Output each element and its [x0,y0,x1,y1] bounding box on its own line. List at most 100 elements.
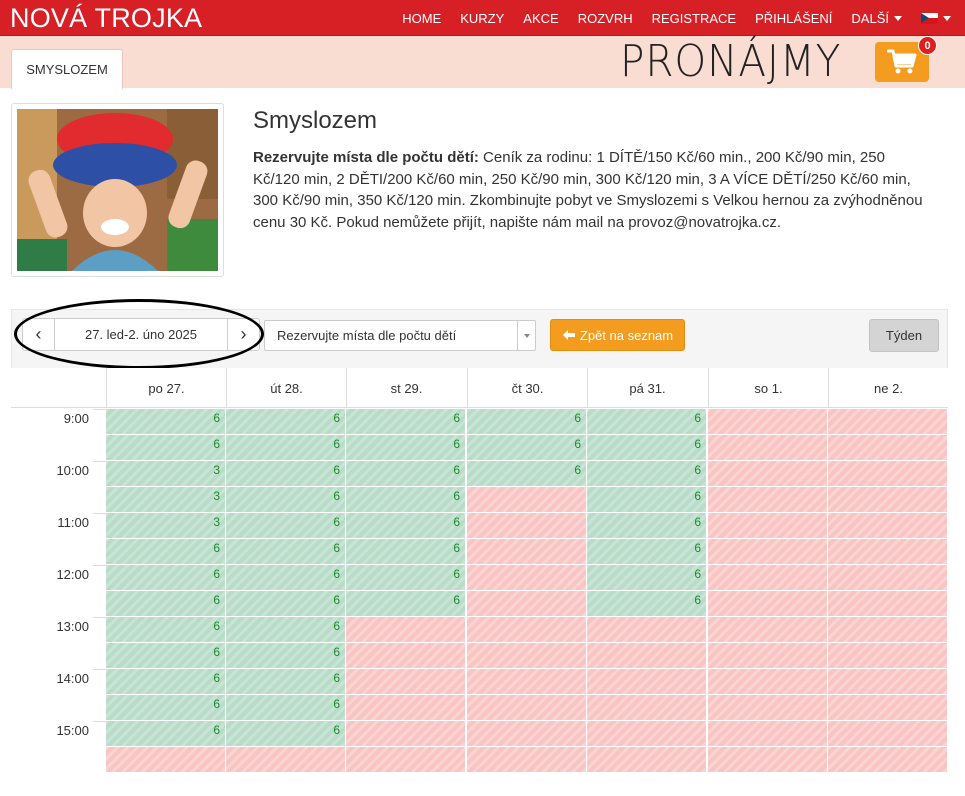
available-slot[interactable]: 6 [226,721,346,747]
back-to-list-button[interactable]: Zpět na seznam [550,319,685,351]
unavailable-slot [587,643,707,669]
available-slot[interactable]: 6 [587,487,707,513]
available-slot[interactable]: 6 [587,461,707,487]
available-slot[interactable]: 6 [106,565,226,591]
chevron-left-icon: ‹ [35,324,42,344]
next-week-button[interactable]: › [227,319,259,350]
time-label: 12:00 [56,567,89,582]
available-slot[interactable]: 6 [346,409,466,435]
available-slot[interactable]: 6 [226,435,346,461]
available-slot[interactable]: 6 [106,721,226,747]
chevron-down-icon [894,15,902,21]
unavailable-slot [346,747,466,773]
unavailable-slot [708,695,828,721]
available-slot[interactable]: 6 [106,409,226,435]
week-view-button[interactable]: Týden [869,319,939,352]
available-slot[interactable]: 6 [346,539,466,565]
unavailable-slot [828,565,948,591]
time-tick [93,617,106,618]
unavailable-slot [708,461,828,487]
unavailable-slot [828,539,948,565]
language-dropdown[interactable] [921,12,951,24]
available-slot[interactable]: 6 [346,565,466,591]
available-slot[interactable]: 6 [346,435,466,461]
nav-kurzy[interactable]: KURZY [460,11,504,26]
back-to-list-label: Zpět na seznam [579,327,674,343]
nav-dalsi-label: DALŠÍ [851,10,889,26]
available-slot[interactable]: 6 [587,565,707,591]
available-slot[interactable]: 6 [467,409,587,435]
available-slot[interactable]: 6 [226,539,346,565]
date-navigator: ‹ 27. led-2. úno 2025 › [22,318,260,351]
available-slot[interactable]: 6 [226,513,346,539]
available-slot[interactable]: 6 [106,669,226,695]
available-slot[interactable]: 6 [226,669,346,695]
unavailable-slot [828,721,948,747]
unavailable-slot [467,617,587,643]
nav-dalsi-dropdown[interactable]: DALŠÍ [851,11,902,26]
nav-rozvrh[interactable]: ROZVRH [578,11,633,26]
unavailable-slot [346,643,466,669]
available-slot[interactable]: 3 [106,513,226,539]
unavailable-slot [467,513,587,539]
available-slot[interactable]: 6 [226,487,346,513]
day-header: čt 30. [467,368,587,408]
cart-icon [887,49,917,74]
available-slot[interactable]: 6 [226,565,346,591]
cart-count-badge: 0 [918,36,937,55]
unavailable-slot [226,747,346,773]
unavailable-slot [467,695,587,721]
nav-home[interactable]: HOME [402,11,441,26]
available-slot[interactable]: 3 [106,461,226,487]
available-slot[interactable]: 6 [346,461,466,487]
available-slot[interactable]: 6 [587,591,707,617]
unavailable-slot [708,409,828,435]
brand-logo[interactable]: NOVÁ TROJKA [10,3,202,34]
available-slot[interactable]: 6 [106,539,226,565]
unavailable-slot [828,669,948,695]
description-lead: Rezervujte místa dle počtu dětí: [253,149,479,166]
available-slot[interactable]: 6 [467,461,587,487]
day-header-row: po 27. út 28. st 29. čt 30. pá 31. so 1. ne 2. [11,368,948,408]
top-navbar: NOVÁ TROJKA HOME KURZY AKCE ROZVRH REGIS… [0,0,965,36]
time-tick [93,565,106,566]
available-slot[interactable]: 6 [106,591,226,617]
available-slot[interactable]: 6 [106,617,226,643]
unavailable-slot [708,487,828,513]
available-slot[interactable]: 6 [346,487,466,513]
time-label: 14:00 [56,671,89,686]
chevron-right-icon: › [240,324,247,344]
prev-week-button[interactable]: ‹ [23,319,55,350]
reservation-type-select[interactable]: Rezervujte místa dle počtu dětí [264,320,536,351]
available-slot[interactable]: 6 [587,409,707,435]
available-slot[interactable]: 6 [587,539,707,565]
chevron-down-icon [517,321,535,350]
unavailable-slot [708,591,828,617]
available-slot[interactable]: 6 [226,643,346,669]
unavailable-slot [346,669,466,695]
available-slot[interactable]: 6 [106,643,226,669]
available-slot[interactable]: 6 [226,617,346,643]
day-header: st 29. [346,368,466,408]
page-title: PRONÁJMY [620,36,842,87]
available-slot[interactable]: 6 [587,435,707,461]
available-slot[interactable]: 6 [226,695,346,721]
nav-akce[interactable]: AKCE [523,11,558,26]
tab-smyslozem[interactable]: SMYSLOZEM [11,49,123,89]
available-slot[interactable]: 6 [106,435,226,461]
available-slot[interactable]: 6 [226,591,346,617]
nav-registrace[interactable]: REGISTRACE [652,11,737,26]
available-slot[interactable]: 6 [346,591,466,617]
available-slot[interactable]: 6 [106,695,226,721]
available-slot[interactable]: 6 [226,409,346,435]
available-slot[interactable]: 3 [106,487,226,513]
available-slot[interactable]: 6 [587,513,707,539]
available-slot[interactable]: 6 [467,435,587,461]
unavailable-slot [587,747,707,773]
czech-flag-icon [921,12,938,24]
nav-prihlaseni[interactable]: PŘIHLÁŠENÍ [755,11,832,26]
unavailable-slot [708,513,828,539]
available-slot[interactable]: 6 [346,513,466,539]
available-slot[interactable]: 6 [226,461,346,487]
time-label: 10:00 [56,463,89,478]
